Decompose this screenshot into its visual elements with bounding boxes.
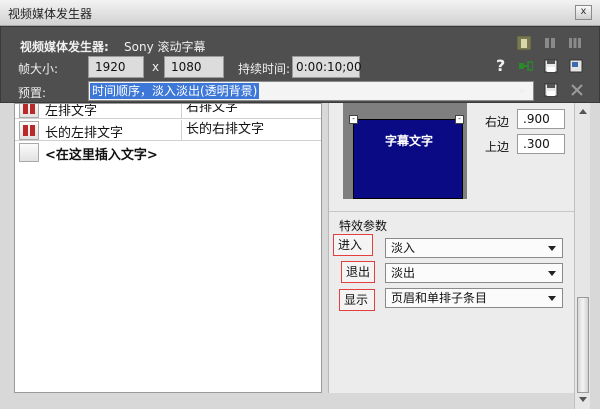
insert-row[interactable]: <在这里插入文字> — [15, 142, 321, 163]
right-pane: 字幕文字 - - 右边 .900 上边 .300 特效参数 进入 淡入 退出 淡… — [328, 103, 575, 393]
enter-effect-value: 淡入 — [391, 241, 416, 255]
help-icon[interactable]: ? — [496, 56, 505, 75]
exit-effect-value: 淡出 — [391, 266, 416, 280]
preset-chevron-down-icon[interactable] — [518, 89, 526, 94]
frame-size-separator: x — [152, 60, 160, 74]
close-button[interactable]: x — [575, 5, 592, 20]
enter-effect-select[interactable]: 淡入 — [385, 238, 563, 258]
resize-handle-icon[interactable]: - — [455, 115, 464, 124]
scroll-down-icon[interactable] — [579, 397, 587, 402]
row-handle-icon[interactable] — [19, 121, 39, 140]
preview-caption: 字幕文字 — [384, 134, 433, 148]
chevron-down-icon[interactable] — [548, 296, 556, 301]
display-effect-label: 显示 — [339, 289, 375, 311]
left-text-cell[interactable]: 长的左排文字 — [45, 122, 123, 141]
exit-effect-select[interactable]: 淡出 — [385, 263, 563, 283]
preset-value: 时间顺序，淡入淡出(透明背景) — [90, 83, 260, 99]
column-view-icon[interactable] — [517, 36, 531, 50]
top-margin-input[interactable]: .300 — [517, 134, 565, 154]
exit-effect-label: 退出 — [341, 261, 375, 283]
duration-input[interactable]: 0:00:10;00 — [292, 56, 362, 78]
list-item[interactable]: 长的左排文字 长的右排文字 — [15, 120, 321, 141]
preset-label: 预置: — [18, 86, 47, 100]
insert-text-hint[interactable]: <在这里插入文字> — [45, 144, 158, 163]
window-pin-icon[interactable] — [569, 59, 583, 73]
save-preset-icon[interactable] — [544, 59, 558, 73]
effects-header: 特效参数 — [339, 219, 388, 233]
right-margin-input[interactable]: .900 — [517, 109, 565, 129]
top-margin-label: 上边 — [485, 140, 510, 154]
frame-height-input[interactable]: 1080 — [164, 56, 224, 78]
left-text-cell[interactable]: 左排文字 — [45, 104, 97, 119]
preview-canvas[interactable]: 字幕文字 — [353, 119, 463, 199]
frame-width-input[interactable]: 1920 — [88, 56, 144, 78]
right-text-cell[interactable]: 右排文字 — [181, 104, 238, 118]
plugin-chain-icon[interactable] — [519, 59, 533, 73]
generator-name: Sony 滚动字幕 — [124, 40, 206, 54]
enter-effect-label: 进入 — [333, 234, 373, 256]
chevron-down-icon[interactable] — [548, 271, 556, 276]
row-handle-icon — [19, 143, 39, 162]
row-handle-icon[interactable] — [19, 104, 39, 118]
frame-size-label: 帧大小: — [18, 62, 59, 76]
generator-label: 视频媒体发生器: — [20, 40, 109, 54]
two-column-view-icon[interactable] — [543, 36, 557, 50]
display-effect-select[interactable]: 页眉和单排子条目 — [385, 288, 563, 308]
save-preset-icon-2[interactable] — [544, 83, 558, 97]
duration-label: 持续时间: — [238, 62, 291, 76]
section-divider — [329, 211, 575, 212]
vertical-scrollbar[interactable] — [574, 103, 590, 409]
preset-dropdown[interactable]: 时间顺序，淡入淡出(透明背景) — [88, 81, 534, 101]
right-margin-label: 右边 — [485, 115, 510, 129]
text-list: 左排文字 右排文字 长的左排文字 长的右排文字 <在这里插入文字> — [14, 103, 322, 393]
preview-frame: 字幕文字 - - — [343, 103, 467, 199]
three-column-view-icon[interactable] — [568, 36, 582, 50]
resize-handle-icon[interactable]: - — [349, 115, 358, 124]
window-title: 视频媒体发生器 — [8, 7, 93, 21]
display-effect-value: 页眉和单排子条目 — [391, 291, 488, 305]
scroll-up-icon[interactable] — [579, 109, 587, 114]
chevron-down-icon[interactable] — [548, 246, 556, 251]
title-bar: 视频媒体发生器 x — [0, 0, 600, 26]
scrollbar-thumb[interactable] — [577, 297, 589, 393]
list-item[interactable]: 左排文字 右排文字 — [15, 104, 321, 119]
delete-preset-icon[interactable] — [570, 83, 584, 97]
right-text-cell[interactable]: 长的右排文字 — [181, 120, 264, 140]
